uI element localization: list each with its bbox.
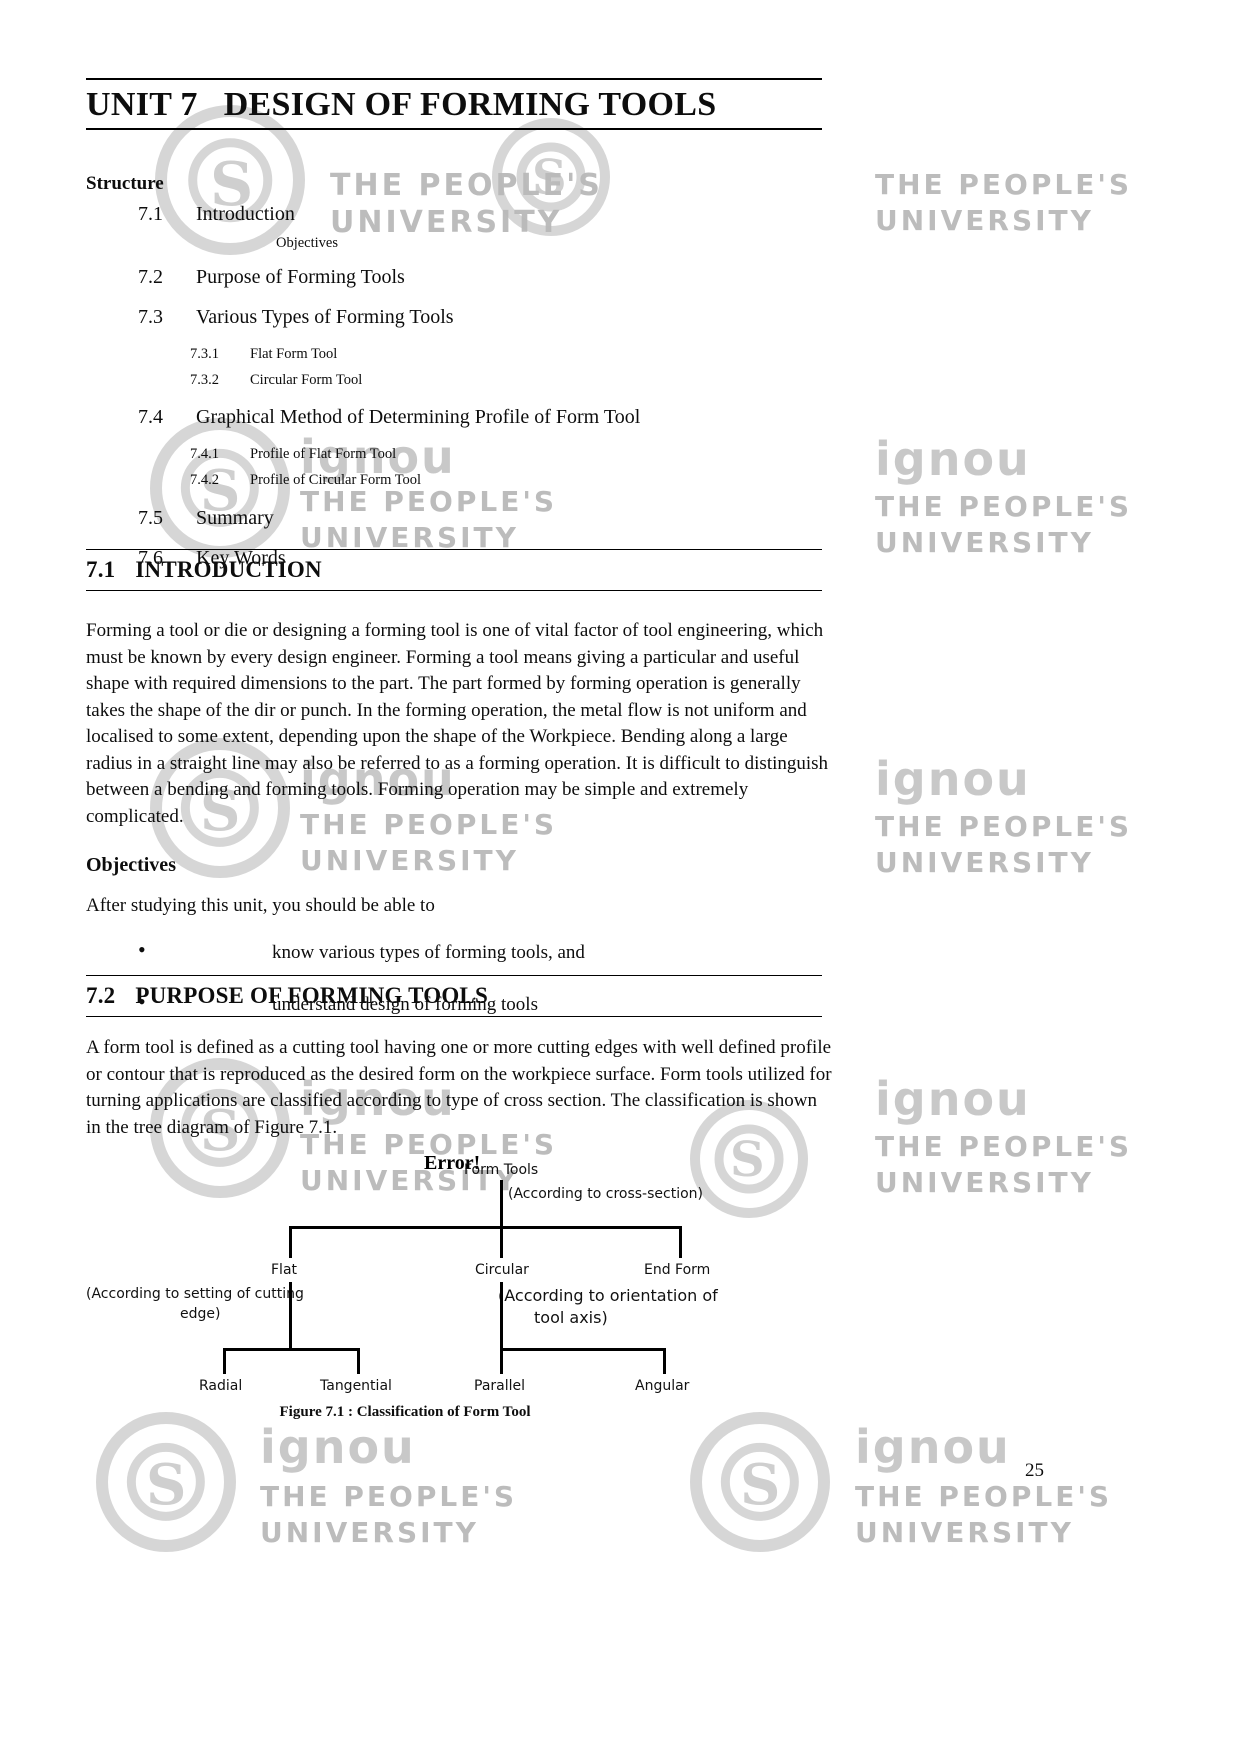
page-content: UNIT 7 DESIGN OF FORMING TOOLS Structure …	[0, 0, 1240, 1754]
tree-root-label: Form Tools	[464, 1162, 539, 1178]
tree-drop-angular	[663, 1348, 666, 1374]
toc-number: 7.3.1	[190, 346, 219, 362]
tree-stem-circular-down	[500, 1282, 503, 1350]
unit-number: UNIT 7	[86, 86, 198, 123]
section-number: 7.1	[86, 557, 116, 582]
tree-root-note: (According to cross-section)	[508, 1186, 703, 1202]
title-rule-bottom	[86, 128, 822, 130]
toc-item-75[interactable]: 7.5 Summary	[86, 507, 822, 530]
toc-item-72[interactable]: 7.2 Purpose of Forming Tools	[86, 266, 822, 289]
tree-stem-flat-down	[289, 1282, 292, 1350]
section-72-rule-top	[86, 975, 822, 976]
table-of-contents: 7.1 Introduction Objectives 7.2 Purpose …	[86, 203, 822, 570]
tree-drop-endform	[679, 1226, 682, 1258]
figure-caption-wrap: Figure 7.1 : Classification of Form Tool	[0, 1404, 1060, 1421]
section-72-rule-bottom	[86, 1016, 822, 1017]
section-71-rule-bottom	[86, 590, 822, 591]
tree-node-angular: Angular	[635, 1378, 690, 1394]
toc-label: Summary	[196, 506, 274, 529]
toc-item-731[interactable]: 7.3.1 Flat Form Tool	[86, 346, 822, 363]
toc-number: 7.5	[138, 506, 163, 529]
section-72-heading-block: 7.2 PURPOSE OF FORMING TOOLS	[86, 975, 822, 1017]
tree-node-endform: End Form	[644, 1262, 711, 1278]
section-title: INTRODUCTION	[135, 557, 322, 582]
tree-note-left-line1: (According to setting of cutting	[86, 1286, 304, 1302]
section-71-heading: 7.1 INTRODUCTION	[86, 557, 822, 583]
toc-label: Graphical Method of Determining Profile …	[196, 406, 641, 429]
tree-drop-circular	[500, 1226, 503, 1258]
toc-item-732[interactable]: 7.3.2 Circular Form Tool	[86, 372, 822, 389]
unit-title-text: DESIGN OF FORMING TOOLS	[223, 86, 717, 123]
toc-number: 7.3	[138, 306, 163, 328]
objectives-intro: After studying this unit, you should be …	[86, 895, 435, 916]
tree-node-circular: Circular	[475, 1262, 529, 1278]
toc-label: Various Types of Forming Tools	[196, 306, 454, 328]
section-72-paragraph: A form tool is defined as a cutting tool…	[86, 1037, 832, 1138]
structure-block: Structure 7.1 Introduction Objectives 7.…	[86, 155, 822, 587]
tree-node-parallel: Parallel	[474, 1378, 526, 1394]
toc-label: Introduction	[196, 203, 295, 225]
tree-note-right-line1: (According to orientation of	[498, 1286, 718, 1305]
page-number: 25	[1025, 1460, 1044, 1481]
unit-title-block: UNIT 7 DESIGN OF FORMING TOOLS	[86, 78, 822, 130]
toc-label: Circular Form Tool	[250, 371, 363, 388]
toc-label: Purpose of Forming Tools	[196, 266, 405, 288]
toc-number: 7.4.1	[190, 446, 219, 463]
tree-node-flat: Flat	[271, 1262, 298, 1278]
section-71-heading-block: 7.1 INTRODUCTION	[86, 549, 822, 591]
tree-drop-tangential	[357, 1348, 360, 1374]
section-71-paragraph: Forming a tool or die or designing a for…	[86, 620, 829, 827]
toc-item-71[interactable]: 7.1 Introduction	[86, 203, 822, 226]
tree-drop-flat	[289, 1226, 292, 1258]
tree-drop-parallel	[500, 1348, 503, 1374]
toc-number: 7.4.2	[190, 472, 219, 489]
objectives-heading: Objectives	[86, 854, 176, 876]
toc-label: Profile of Circular Form Tool	[250, 472, 422, 489]
structure-heading: Structure	[86, 173, 164, 194]
toc-objectives-sub: Objectives	[276, 235, 339, 251]
section-title: PURPOSE OF FORMING TOOLS	[135, 983, 488, 1008]
toc-number: 7.1	[138, 203, 163, 225]
tree-level1-bus	[289, 1226, 681, 1229]
section-71-rule-top	[86, 549, 822, 550]
toc-item-73[interactable]: 7.3 Various Types of Forming Tools	[86, 306, 822, 329]
page-title: UNIT 7 DESIGN OF FORMING TOOLS	[86, 86, 822, 124]
tree-note-right-line2: tool axis)	[534, 1308, 608, 1327]
toc-label: Flat Form Tool	[250, 346, 338, 362]
tree-drop-radial	[223, 1348, 226, 1374]
title-rule-top	[86, 78, 822, 80]
toc-number: 7.4	[138, 406, 163, 429]
figure-caption: Figure 7.1 : Classification of Form Tool	[279, 1404, 531, 1420]
tree-level2-bus-left	[223, 1348, 360, 1351]
toc-item-742[interactable]: 7.4.2 Profile of Circular Form Tool	[86, 472, 822, 489]
tree-node-radial: Radial	[199, 1378, 243, 1394]
toc-item-741[interactable]: 7.4.1 Profile of Flat Form Tool	[86, 446, 822, 463]
tree-note-left-line2: edge)	[180, 1306, 221, 1322]
section-72-body: A form tool is defined as a cutting tool…	[86, 1035, 834, 1141]
section-72-heading: 7.2 PURPOSE OF FORMING TOOLS	[86, 983, 822, 1009]
section-number: 7.2	[86, 983, 116, 1008]
toc-label: Profile of Flat Form Tool	[250, 446, 397, 463]
tree-level2-bus-right	[500, 1348, 666, 1351]
tree-root-stem	[500, 1180, 503, 1228]
list-item: know various types of forming tools, and	[86, 937, 834, 966]
toc-item-74[interactable]: 7.4 Graphical Method of Determining Prof…	[86, 406, 822, 429]
toc-number: 7.2	[138, 266, 163, 288]
tree-node-tangential: Tangential	[320, 1378, 392, 1394]
toc-number: 7.3.2	[190, 371, 219, 388]
